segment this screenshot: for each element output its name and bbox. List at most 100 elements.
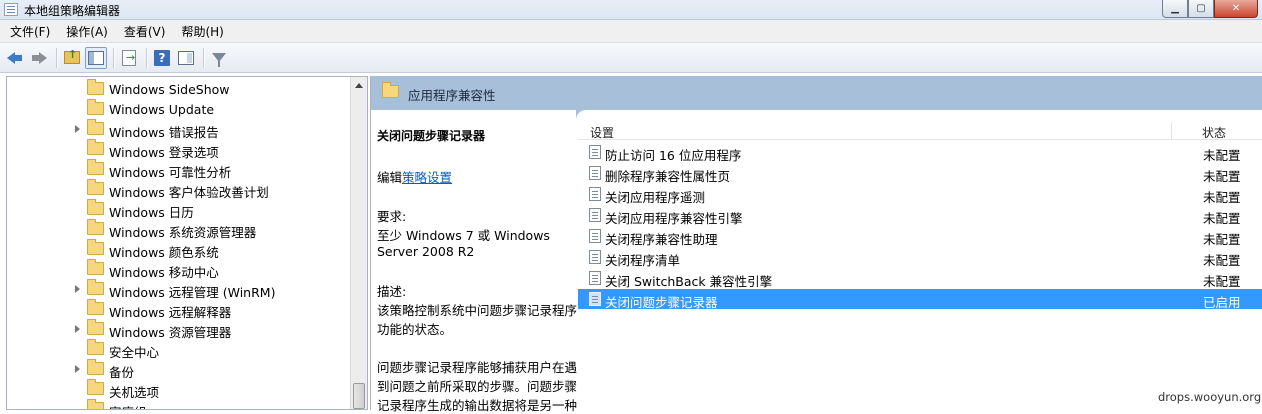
show-tree-button[interactable] (85, 46, 107, 69)
folder-icon (87, 179, 104, 195)
policy-settings-link[interactable]: 策略设置 (402, 170, 452, 185)
list-row[interactable]: 关闭应用程序兼容性引擎 未配置 (578, 205, 1262, 226)
column-divider[interactable] (1171, 122, 1172, 140)
tree-item[interactable]: 家庭组 (7, 399, 351, 409)
maximize-button[interactable]: ▢ (1188, 0, 1214, 18)
back-button[interactable] (4, 47, 26, 69)
tree-item[interactable]: Windows 远程解释器 (7, 299, 351, 320)
list-row[interactable]: 关闭 SwitchBack 兼容性引擎 未配置 (578, 268, 1262, 289)
tree-item-label: Windows SideShow (109, 82, 230, 97)
policy-setting-icon (589, 208, 601, 222)
description-text: 功能的状态。 (377, 322, 453, 337)
header-band-curve (576, 110, 1262, 122)
folder-icon (87, 319, 104, 335)
folder-icon (87, 79, 104, 95)
tree-item[interactable]: Windows 移动中心 (7, 259, 351, 280)
scroll-thumb[interactable] (353, 383, 365, 409)
properties-button[interactable] (175, 47, 197, 69)
tree-item[interactable]: Windows 系统资源管理器 (7, 219, 351, 240)
list-row[interactable]: 删除程序兼容性属性页 未配置 (578, 163, 1262, 184)
tree-item[interactable]: Windows 客户体验改善计划 (7, 179, 351, 200)
back-icon (7, 51, 23, 65)
header-band: 应用程序兼容性 (371, 76, 1262, 110)
forward-button[interactable] (28, 47, 50, 69)
tree-scrollbar[interactable] (350, 77, 367, 409)
expand-arrow-icon[interactable] (75, 285, 80, 293)
title-bar: 本地组策略编辑器 ▁ ▢ ✕ (0, 0, 1262, 20)
list-row[interactable]: 关闭程序清单 未配置 (578, 247, 1262, 268)
toolbar-separator (203, 47, 204, 68)
setting-state: 未配置 (1203, 190, 1241, 205)
window-controls: ▁ ▢ ✕ (1162, 0, 1258, 18)
edit-policy-line: 编辑策略设置 (377, 167, 452, 186)
folder-icon (87, 379, 104, 395)
toolbar-separator (146, 47, 147, 68)
scroll-up-arrow-icon[interactable] (355, 83, 363, 88)
setting-state: 已启用 (1203, 295, 1241, 310)
setting-name: 删除程序兼容性属性页 (605, 169, 731, 184)
setting-state: 未配置 (1203, 253, 1241, 268)
help-button[interactable]: ? (151, 47, 173, 69)
tree-item[interactable]: Windows Update (7, 99, 351, 119)
folder-icon (87, 199, 104, 215)
tree-item[interactable]: Windows SideShow (7, 79, 351, 99)
menu-help[interactable]: 帮助(H) (175, 23, 229, 40)
description-pane: 关闭问题步骤记录器 编辑策略设置 要求: 至少 Windows 7 或 Wind… (371, 110, 577, 413)
folder-icon (87, 219, 104, 235)
folder-icon (87, 139, 104, 155)
policy-setting-icon (589, 187, 601, 201)
setting-name: 防止访问 16 位应用程序 (605, 148, 742, 163)
list-row[interactable]: 关闭应用程序遥测 未配置 (578, 184, 1262, 205)
tree-item[interactable]: 安全中心 (7, 339, 351, 360)
folder-icon (382, 82, 399, 98)
tree-item[interactable]: Windows 错误报告 (7, 119, 351, 140)
tree-pane: Windows SideShow Windows Update Windows … (6, 76, 368, 410)
menu-action[interactable]: 操作(A) (60, 23, 114, 40)
folder-icon (87, 259, 104, 275)
tree-item[interactable]: Windows 可靠性分析 (7, 159, 351, 180)
policy-setting-icon (589, 292, 601, 306)
menu-view[interactable]: 查看(V) (118, 23, 172, 40)
description-label: 描述: (377, 284, 407, 299)
folder-icon (87, 119, 104, 135)
minimize-button[interactable]: ▁ (1162, 0, 1188, 18)
expand-arrow-icon[interactable] (75, 325, 80, 333)
tree-item[interactable]: Windows 日历 (7, 199, 351, 220)
list-row-selected[interactable]: 关闭问题步骤记录器 已启用 (578, 289, 1262, 310)
up-folder-button[interactable] (61, 47, 83, 69)
expand-arrow-icon[interactable] (75, 125, 80, 133)
menu-file[interactable]: 文件(F) (4, 23, 56, 40)
column-header-state[interactable]: 状态 (1202, 124, 1226, 141)
tree-item[interactable]: Windows 远程管理 (WinRM) (7, 279, 351, 300)
requirements-text: 至少 Windows 7 或 Windows (377, 228, 550, 243)
policy-setting-icon (589, 145, 601, 159)
column-header-setting[interactable]: 设置 (590, 124, 614, 141)
folder-icon (87, 239, 104, 255)
toolbar: ? (0, 42, 1262, 73)
window-title: 本地组策略编辑器 (24, 4, 121, 18)
list-row[interactable]: 防止访问 16 位应用程序 未配置 (578, 142, 1262, 163)
filter-button[interactable] (208, 47, 230, 69)
folder-icon (87, 399, 104, 409)
expand-arrow-icon[interactable] (75, 365, 80, 373)
tree-item[interactable]: Windows 资源管理器 (7, 319, 351, 340)
folder-icon (87, 279, 104, 295)
list-header: 设置 状态 (578, 122, 1262, 140)
tree-item[interactable]: Windows 颜色系统 (7, 239, 351, 260)
forward-icon (31, 51, 47, 65)
policy-setting-icon (589, 250, 601, 264)
app-icon (4, 3, 18, 16)
setting-state: 未配置 (1203, 232, 1241, 247)
list-row[interactable]: 关闭程序兼容性助理 未配置 (578, 226, 1262, 247)
requirements-label: 要求: (377, 209, 407, 224)
tree-item[interactable]: 备份 (7, 359, 351, 380)
category-title: 应用程序兼容性 (408, 88, 496, 103)
close-button[interactable]: ✕ (1214, 0, 1258, 18)
properties-icon (178, 50, 194, 65)
export-list-button[interactable] (118, 47, 140, 69)
settings-list: 设置 状态 防止访问 16 位应用程序 未配置 删除程序兼容性属性页 未配置 关… (578, 122, 1262, 410)
toolbar-separator (56, 47, 57, 68)
setting-state: 未配置 (1203, 169, 1241, 184)
tree-item[interactable]: 关机选项 (7, 379, 351, 400)
tree-item[interactable]: Windows 登录选项 (7, 139, 351, 160)
